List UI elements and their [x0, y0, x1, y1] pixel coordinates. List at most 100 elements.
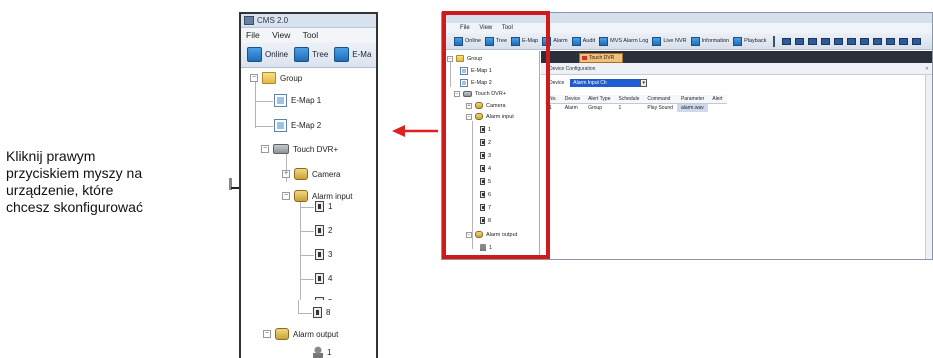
playback-icon	[733, 36, 743, 46]
audit-button[interactable]: Audit	[571, 36, 595, 46]
tree-item-emap-1[interactable]: E-Map 1	[274, 94, 321, 107]
camera-icon	[294, 168, 308, 180]
column-header[interactable]: Command	[643, 95, 677, 104]
information-button[interactable]: Information	[690, 36, 730, 46]
playback-button[interactable]: Playback	[733, 36, 767, 46]
layout-10-icon[interactable]	[847, 37, 857, 45]
tree-item-emap-2[interactable]: E-Map 2	[274, 119, 321, 132]
toolbar-label: Playback	[744, 38, 767, 44]
menu-file[interactable]: File	[246, 30, 260, 40]
collapse-icon[interactable]: −	[250, 74, 258, 82]
window-title-bar: CMS 2.0	[241, 14, 376, 28]
tab-bar: Touch DVR	[541, 51, 932, 63]
tree-icon	[294, 47, 310, 62]
menu-view[interactable]: View	[272, 30, 290, 40]
online-label: Online	[265, 50, 289, 59]
tree-item-label: 8	[326, 308, 331, 317]
layout-16-icon[interactable]	[873, 37, 883, 45]
table-cell: alarm.wav	[676, 103, 709, 112]
input-icon	[315, 273, 324, 284]
collapse-icon[interactable]: −	[282, 192, 290, 200]
tree-item-label: Group	[280, 73, 303, 83]
app-icon	[244, 16, 254, 25]
layout-6-icon[interactable]	[808, 37, 818, 45]
output-icon	[313, 346, 323, 358]
red-arrow-icon	[392, 125, 438, 137]
column-header[interactable]: Alert Type	[584, 95, 615, 104]
menu-tool[interactable]: Tool	[303, 30, 319, 40]
tree-item-input[interactable]: 4	[315, 273, 332, 284]
collapse-icon[interactable]: −	[261, 145, 269, 153]
layout-25-icon[interactable]	[886, 37, 896, 45]
online-button[interactable]: Online	[247, 47, 288, 62]
alarm-output-icon	[275, 328, 289, 340]
layout-36-icon[interactable]	[899, 37, 909, 45]
caption-line: chcesz skonfigurować	[6, 199, 143, 215]
chevron-down-icon[interactable]: ▾	[640, 79, 648, 87]
zoomed-tree-continuation: 8 − Alarm output 1	[241, 300, 376, 358]
tree-button[interactable]: Tree	[294, 47, 328, 62]
tree-item-input[interactable]: 8	[313, 307, 330, 318]
vertical-scrollbar[interactable]	[925, 75, 932, 259]
table-cell: Play Sound	[647, 105, 673, 111]
tab-touch-dvr[interactable]: Touch DVR	[579, 53, 623, 63]
tree-item-input[interactable]: 2	[315, 225, 332, 236]
layout-9-icon[interactable]	[834, 37, 844, 45]
emap-button[interactable]: E-Ma	[334, 47, 371, 62]
fullscreen-icon[interactable]	[912, 37, 922, 45]
tree-item-label: 4	[328, 274, 333, 283]
tab-label: Touch DVR	[589, 55, 615, 61]
tree-item-label: Camera	[312, 169, 341, 179]
toolbar: Online Tree E-Ma	[241, 42, 376, 68]
alarm-input-icon	[294, 190, 308, 202]
tree-item-camera[interactable]: + Camera	[282, 168, 340, 180]
config-title: Device Configuration	[549, 66, 596, 72]
tree-item-group[interactable]: − Group	[250, 72, 302, 84]
config-header: Device Configuration ✕	[541, 63, 932, 75]
tree-item-alarm-output[interactable]: − Alarm output	[263, 328, 338, 340]
table-cell: Group	[588, 105, 602, 111]
layout-4-icon[interactable]	[795, 37, 805, 45]
tree-item-input[interactable]: 3	[315, 249, 332, 260]
table-row[interactable]: 1 Alarm Group 1 Play Sound alarm.wav	[545, 103, 727, 113]
emap-icon	[334, 47, 350, 62]
tree-item-label: Touch DVR+	[293, 144, 339, 154]
caption-line: przyciskiem myszy na	[6, 165, 143, 181]
tree-item-input[interactable]: 1	[315, 201, 332, 212]
alarm-config-table: No. Device Alert Type Schedule Command P…	[545, 95, 727, 112]
tree-item-output[interactable]: 1	[313, 346, 331, 358]
tree-item-label: E-Map 2	[291, 121, 322, 130]
highlight-box	[442, 11, 550, 259]
close-icon[interactable]: ✕	[925, 63, 929, 75]
device-select[interactable]: Alarm Input Ch	[570, 79, 641, 87]
column-header[interactable]: Alert	[708, 95, 727, 104]
layout-1-icon[interactable]	[782, 37, 792, 45]
toolbar-label: Live NVR	[663, 38, 687, 44]
input-icon	[315, 249, 324, 260]
layout-8-icon[interactable]	[821, 37, 831, 45]
alarm-log-button[interactable]: MVS Alarm Log	[599, 36, 648, 46]
online-icon	[247, 47, 262, 62]
tree-item-touch-dvr[interactable]: − Touch DVR+	[261, 144, 338, 154]
log-icon	[599, 36, 609, 46]
device-label: Device	[549, 80, 565, 86]
column-header[interactable]: Device	[560, 95, 585, 104]
expand-icon[interactable]: +	[282, 170, 290, 178]
live-nvr-button[interactable]: Live NVR	[652, 36, 687, 46]
tree-item-label: E-Map 1	[291, 96, 322, 105]
toolbar-label: Information	[701, 38, 730, 44]
column-header[interactable]: Schedule	[614, 95, 644, 104]
info-icon	[690, 36, 700, 46]
input-icon	[313, 307, 322, 318]
tree-item-label: 2	[328, 226, 333, 235]
table-cell	[708, 104, 726, 113]
folder-icon	[262, 72, 276, 84]
layout-13-icon[interactable]	[860, 37, 870, 45]
toolbar-label: Alarm	[553, 38, 568, 44]
table-header-row: No. Device Alert Type Schedule Command P…	[545, 95, 727, 104]
column-header[interactable]: Parameter	[676, 95, 709, 104]
map-icon	[274, 94, 287, 107]
input-icon	[315, 201, 324, 212]
audit-icon	[571, 36, 581, 46]
collapse-icon[interactable]: −	[263, 330, 271, 338]
